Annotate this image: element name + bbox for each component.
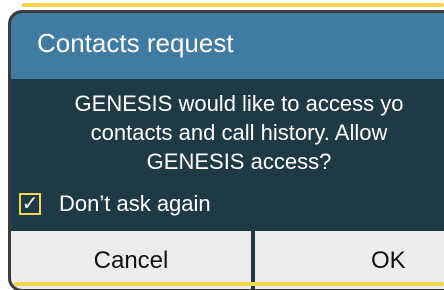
message-line: GENESIS would like to access yo: [74, 91, 404, 116]
message-line: contacts and call history. Allow: [90, 120, 388, 145]
dont-ask-again-label[interactable]: Don’t ask again: [59, 191, 211, 217]
screen: Contacts request GENESIS would like to a…: [0, 0, 444, 290]
checkmark-icon: ✓: [21, 193, 39, 215]
dont-ask-again-checkbox[interactable]: ✓: [19, 193, 41, 215]
dialog-message: GENESIS would like to access yo contacts…: [11, 89, 444, 176]
dialog-title: Contacts request: [37, 28, 234, 58]
accent-strip-top: [22, 3, 444, 7]
accent-strip-bottom: [14, 282, 444, 286]
contacts-request-dialog: Contacts request GENESIS would like to a…: [8, 10, 444, 290]
dialog-title-bar: Contacts request: [11, 13, 444, 79]
message-line: GENESIS access?: [146, 149, 332, 174]
dont-ask-again-row[interactable]: ✓ Don’t ask again: [19, 189, 211, 219]
